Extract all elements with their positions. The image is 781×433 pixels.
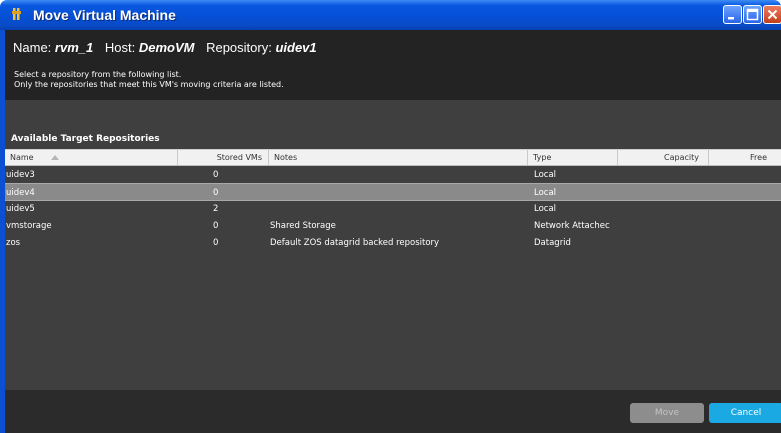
repository-table: uidev3 0 Local uidev4 0 Local uidev5 2 Local vmst… [5, 166, 781, 390]
window-title: Move Virtual Machine [33, 7, 176, 23]
cell-stored: 0 [213, 238, 219, 248]
cell-name: uidev5 [6, 204, 35, 214]
host-label: Host: [104, 40, 136, 55]
table-row[interactable]: uidev3 0 Local [5, 166, 781, 184]
close-button[interactable] [763, 5, 781, 24]
cancel-button[interactable]: Cancel [709, 403, 781, 423]
table-row[interactable]: zos 0 Default ZOS datagrid backed reposito… [5, 234, 781, 252]
column-header-label: Capacity [664, 153, 699, 162]
cell-notes: Shared Storage [270, 221, 336, 231]
maximize-icon [746, 8, 759, 21]
move-vm-window: Move Virtual Machine Name: rvm_1 Host: D… [0, 0, 781, 433]
cell-stored: 0 [213, 170, 219, 180]
cell-name: zos [6, 238, 21, 248]
cell-notes [270, 166, 525, 184]
table-header: Name Stored VMs Notes Type Capacity Free [5, 149, 781, 166]
column-header-type[interactable]: Type [528, 150, 618, 165]
title-bar[interactable]: Move Virtual Machine [0, 0, 781, 30]
table-row[interactable]: uidev5 2 Local [5, 200, 781, 218]
close-icon [767, 9, 778, 20]
dialog-footer: Move Cancel [5, 390, 781, 433]
column-header-name[interactable]: Name [5, 150, 178, 165]
name-value: rvm_1 [54, 40, 94, 55]
name-label: Name: [13, 40, 52, 55]
repository-label: Repository: [206, 40, 272, 55]
column-header-stored-vms[interactable]: Stored VMs [178, 150, 269, 165]
cell-notes [270, 200, 525, 218]
column-header-label: Name [10, 153, 34, 162]
app-icon [12, 8, 21, 20]
minimize-icon [728, 17, 734, 20]
sort-ascending-icon [51, 155, 59, 160]
cell-name: uidev3 [6, 170, 35, 180]
column-header-capacity[interactable]: Capacity [618, 150, 709, 165]
vm-info-header: Name: rvm_1 Host: DemoVM Repository: uid… [5, 30, 781, 100]
minimize-button[interactable] [723, 5, 742, 24]
host-value: DemoVM [138, 40, 195, 55]
cell-type: Local [534, 170, 557, 180]
column-header-free[interactable]: Free [709, 150, 781, 165]
repository-value: uidev1 [275, 40, 317, 55]
column-header-label: Type [533, 153, 552, 162]
column-header-label: Notes [274, 153, 298, 162]
vm-info-line: Name: rvm_1 Host: DemoVM Repository: uid… [13, 40, 317, 55]
cell-type: Network Attachec [534, 221, 610, 231]
cell-notes: Default ZOS datagrid backed repository [270, 238, 440, 248]
column-header-notes[interactable]: Notes [269, 150, 528, 165]
instruction-line-2: Only the repositories that meet this VM'… [14, 80, 284, 89]
cell-name: vmstorage [6, 221, 52, 231]
column-header-label: Stored VMs [216, 153, 262, 162]
table-row[interactable]: vmstorage 0 Shared Storage Network Attachec [5, 217, 781, 235]
cell-stored: 2 [213, 204, 219, 214]
move-button[interactable]: Move [630, 403, 704, 423]
cell-type: Local [534, 204, 557, 214]
table-row[interactable]: uidev4 0 Local [5, 183, 781, 201]
dialog-content: Name: rvm_1 Host: DemoVM Repository: uid… [5, 30, 781, 433]
instructions: Select a repository from the following l… [14, 70, 284, 90]
column-header-label: Free [750, 153, 767, 162]
instruction-line-1: Select a repository from the following l… [14, 70, 182, 79]
cell-stored: 0 [213, 221, 219, 231]
cell-type: Datagrid [534, 238, 571, 248]
section-label: Available Target Repositories [11, 134, 160, 144]
maximize-button[interactable] [743, 5, 762, 24]
